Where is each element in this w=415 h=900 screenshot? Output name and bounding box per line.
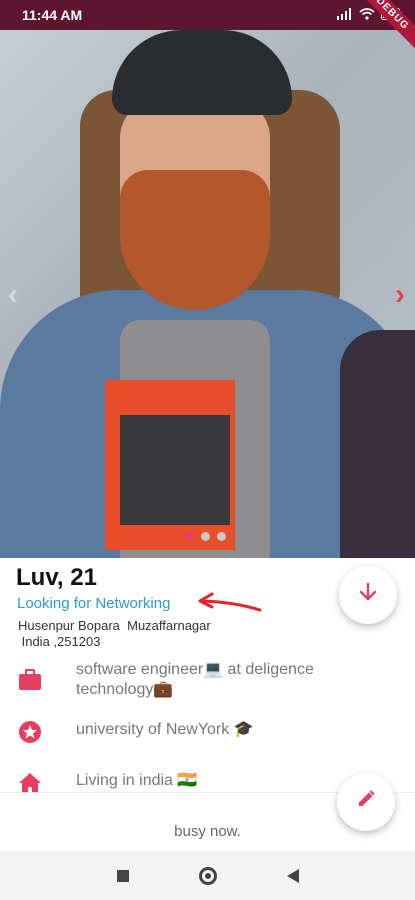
photo-dot-active[interactable] [185, 532, 194, 541]
photo-dot[interactable] [217, 532, 226, 541]
job-text: software engineer💻 at deligence technolo… [76, 661, 314, 698]
profile-address: Husenpur Bopara Muzaffarnagar India ,251… [18, 618, 211, 649]
star-badge-icon [18, 720, 42, 744]
photo-dot[interactable] [201, 532, 210, 541]
photo-indicator [185, 532, 226, 541]
annotation-arrow-icon [198, 592, 262, 612]
wifi-icon [359, 7, 375, 23]
looking-for-link[interactable]: Looking for Networking [17, 595, 170, 612]
home-button[interactable] [198, 866, 217, 885]
briefcase-icon [18, 668, 42, 692]
recent-apps-button[interactable] [116, 869, 129, 882]
arrow-down-icon [358, 582, 378, 608]
chevron-right-icon[interactable]: › [395, 278, 405, 312]
status-bar: 11:44 AM [0, 0, 415, 30]
pencil-icon [356, 789, 376, 815]
profile-photo[interactable] [0, 30, 415, 558]
profile-name: Luv, 21 [16, 564, 97, 591]
edit-button[interactable] [337, 773, 395, 831]
system-nav-bar [0, 851, 415, 900]
living-text: Living in india 🇮🇳 [76, 772, 198, 789]
status-time: 11:44 AM [22, 7, 83, 23]
signal-icon [337, 7, 353, 23]
scroll-down-button[interactable] [339, 566, 397, 624]
back-button[interactable] [286, 868, 299, 883]
chevron-left-icon[interactable]: ‹ [8, 278, 18, 312]
education-text: university of NewYork 🎓 [76, 721, 254, 738]
